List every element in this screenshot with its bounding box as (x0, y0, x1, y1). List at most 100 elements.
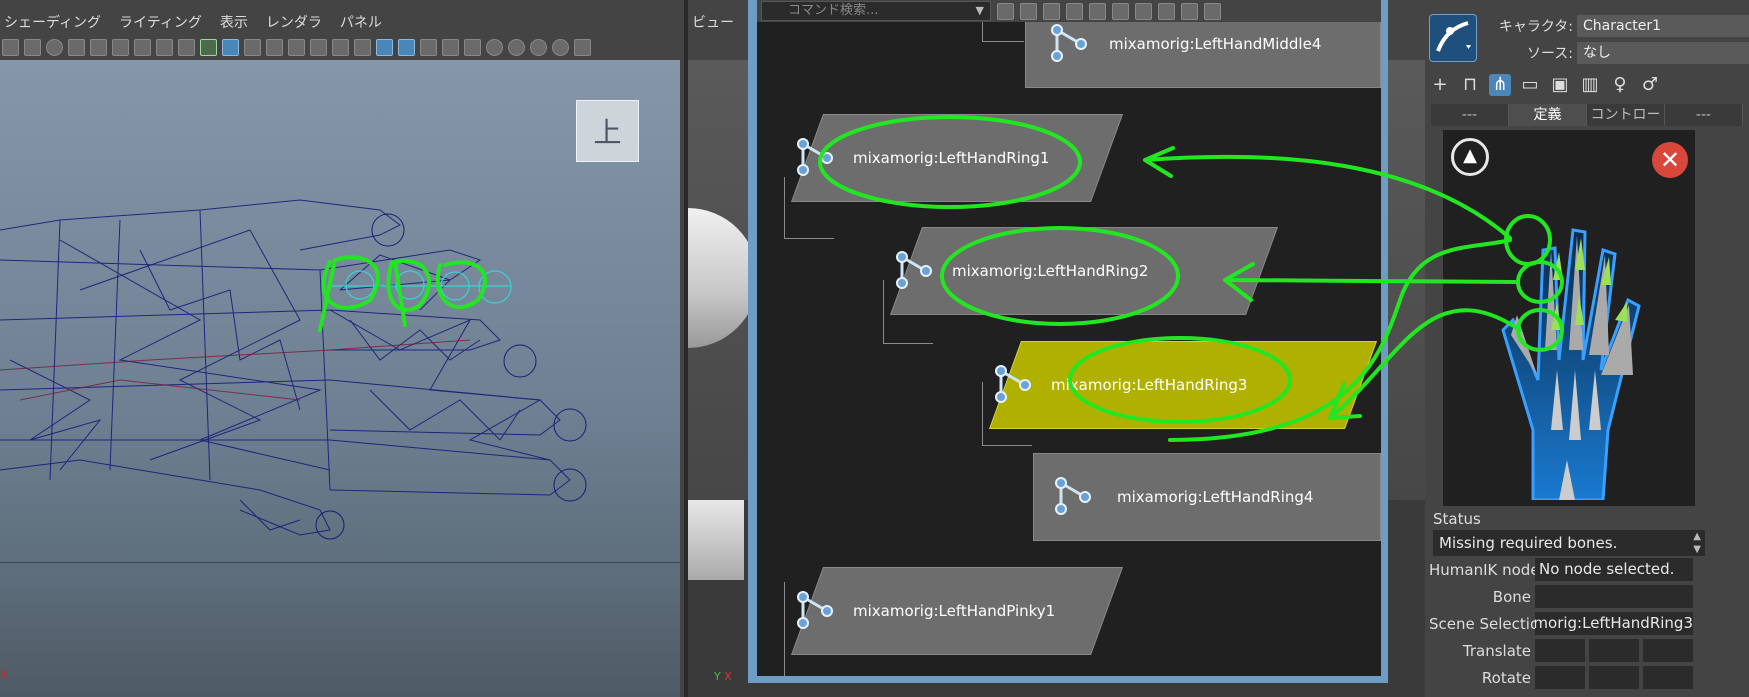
image-plane-icon[interactable] (134, 38, 151, 56)
remove-icon[interactable] (1020, 2, 1037, 20)
safe-action-icon[interactable] (332, 38, 349, 56)
shaded-object-base (688, 500, 744, 580)
humanik-tabs: --- 定義 コントロール --- (1431, 104, 1743, 145)
node-lefthandpinky1[interactable]: mixamorig:LeftHandPinky1 (791, 567, 1124, 655)
field-chart-icon[interactable] (310, 38, 327, 56)
hierarchy-up-icon[interactable] (1089, 2, 1106, 20)
tab-blank-1[interactable]: --- (1431, 104, 1509, 126)
rotate-label: Rotate (1481, 669, 1531, 687)
node-editor-canvas[interactable]: mixamorig:LeftHandMiddle4 mixamorig:Left… (757, 22, 1381, 676)
hierarchy-down-icon[interactable] (1112, 2, 1129, 20)
spinner-icon[interactable]: ▲ ▼ (1693, 530, 1701, 556)
translate-z-input[interactable] (1643, 639, 1693, 662)
axis-indicator-right: Y X (714, 670, 732, 683)
translate-field: Translate (1429, 639, 1693, 663)
right-viewport-menu[interactable]: ビュー (692, 8, 734, 38)
tab-definition[interactable]: 定義 (1509, 104, 1587, 126)
more-icon[interactable] (1181, 2, 1198, 20)
chevron-down-icon[interactable]: ▼ (976, 2, 984, 19)
anti-alias-icon[interactable] (574, 38, 591, 56)
delete-icon[interactable]: ▥ (1579, 74, 1601, 96)
light-icon[interactable] (486, 38, 503, 56)
scene-selection-label: Scene Selection (1429, 615, 1535, 633)
source-label: ソース: (1526, 46, 1573, 62)
rotate-y-input[interactable] (1589, 666, 1639, 689)
hand-definition-view[interactable]: ▲ ✕ (1443, 130, 1695, 506)
close-icon[interactable]: ✕ (1652, 142, 1688, 178)
sphere-icon[interactable] (46, 38, 63, 56)
save-icon[interactable]: ▣ (1549, 74, 1571, 96)
humanik-node-label: HumanIK node (1429, 561, 1535, 579)
scene-selection-value[interactable]: mixamorig:LeftHandRing3 (1535, 612, 1693, 635)
joint-icon (995, 365, 1031, 403)
node-lefthandmiddle4[interactable]: mixamorig:LeftHandMiddle4 (1025, 22, 1381, 88)
node-lefthandring3[interactable]: mixamorig:LeftHandRing3 (989, 341, 1378, 429)
node-editor-window[interactable]: コマンド検索... ▼ mixamorig:LeftHandMiddle4 mi… (748, 0, 1388, 683)
node-lefthandring2[interactable]: mixamorig:LeftHandRing2 (890, 227, 1279, 315)
node-wire (784, 582, 785, 676)
character-dropdown[interactable]: Character1 (1577, 15, 1749, 37)
filter-icon[interactable] (1204, 2, 1221, 20)
scene-selection-text: mixamorig:LeftHandRing3 (1535, 614, 1693, 632)
node-label: mixamorig:LeftHandMiddle4 (1109, 35, 1322, 53)
bone-value[interactable] (1535, 585, 1693, 608)
grease-pencil-icon[interactable] (200, 38, 217, 56)
two-d-pan-icon[interactable] (178, 38, 195, 56)
grid-toggle-icon[interactable] (222, 38, 239, 56)
shadow-icon[interactable] (508, 38, 525, 56)
humanik-node-value[interactable]: No node selected. (1535, 558, 1693, 581)
textured-icon[interactable] (442, 38, 459, 56)
tab-blank-2[interactable]: --- (1665, 104, 1743, 126)
t-pose-icon[interactable]: ♀ (1609, 74, 1631, 96)
bookmark-icon[interactable] (112, 38, 129, 56)
pan-icon[interactable] (156, 38, 173, 56)
grid-icon[interactable] (24, 38, 41, 56)
axis-y-label: Y (714, 670, 721, 683)
ambient-occlusion-icon[interactable] (530, 38, 547, 56)
smooth-shade-icon[interactable] (398, 38, 415, 56)
rotate-z-input[interactable] (1643, 666, 1693, 689)
scene-selection-field: Scene Selection mixamorig:LeftHandRing3 (1429, 612, 1693, 636)
add-icon[interactable]: + (1429, 74, 1451, 96)
viewcube-top[interactable]: 上 (576, 100, 639, 162)
source-dropdown[interactable]: なし (1577, 42, 1749, 64)
camera-attr-icon[interactable] (90, 38, 107, 56)
translate-x-input[interactable] (1535, 639, 1585, 662)
character-label: キャラクタ: (1498, 19, 1573, 35)
tab-controls[interactable]: コントロール (1587, 104, 1665, 145)
film-icon[interactable] (68, 38, 85, 56)
scroll-up-button[interactable]: ▲ (1451, 138, 1489, 176)
left-viewport-toolbar (0, 34, 684, 60)
gate-mask-icon[interactable] (288, 38, 305, 56)
joint-icon (896, 251, 932, 289)
hand-skeleton-diagram (1501, 228, 1641, 500)
translate-y-input[interactable] (1589, 639, 1639, 662)
rotate-x-input[interactable] (1535, 666, 1585, 689)
film-gate-icon[interactable] (244, 38, 261, 56)
wireframe-icon[interactable] (376, 38, 393, 56)
command-search-input[interactable]: コマンド検索... ▼ (761, 1, 991, 21)
joint-icon (1055, 477, 1091, 515)
node-editor-toolbar: コマンド検索... ▼ (757, 0, 1381, 22)
left-viewport[interactable]: シェーディング ライティング 表示 レンダラ パネル 上 X (0, 0, 684, 697)
checker-icon[interactable] (464, 38, 481, 56)
shade-wire-icon[interactable] (420, 38, 437, 56)
translate-values (1535, 639, 1693, 663)
status-dropdown[interactable]: Missing required bones. ▲ ▼ (1433, 530, 1705, 556)
resolution-gate-icon[interactable] (266, 38, 283, 56)
pick-walk-icon[interactable] (1158, 2, 1175, 20)
motion-blur-icon[interactable] (552, 38, 569, 56)
camera-icon[interactable] (2, 38, 19, 56)
node-lefthandring1[interactable]: mixamorig:LeftHandRing1 (791, 114, 1124, 202)
graph-layout-icon[interactable] (997, 2, 1014, 20)
node-lefthandring4[interactable]: mixamorig:LeftHandRing4 (1033, 453, 1381, 541)
skeleton-definition-icon[interactable]: ⋔ (1489, 74, 1511, 96)
safe-title-icon[interactable] (354, 38, 371, 56)
select-arrow-icon[interactable] (1135, 2, 1152, 20)
humanik-logo-icon[interactable] (1429, 14, 1477, 62)
stance-pose-icon[interactable]: ♂ (1639, 74, 1661, 96)
output-connections-icon[interactable] (1066, 2, 1083, 20)
unlock-icon[interactable]: ⊓ (1459, 74, 1481, 96)
input-connections-icon[interactable] (1043, 2, 1060, 20)
folder-open-icon[interactable]: ▭ (1519, 74, 1541, 96)
